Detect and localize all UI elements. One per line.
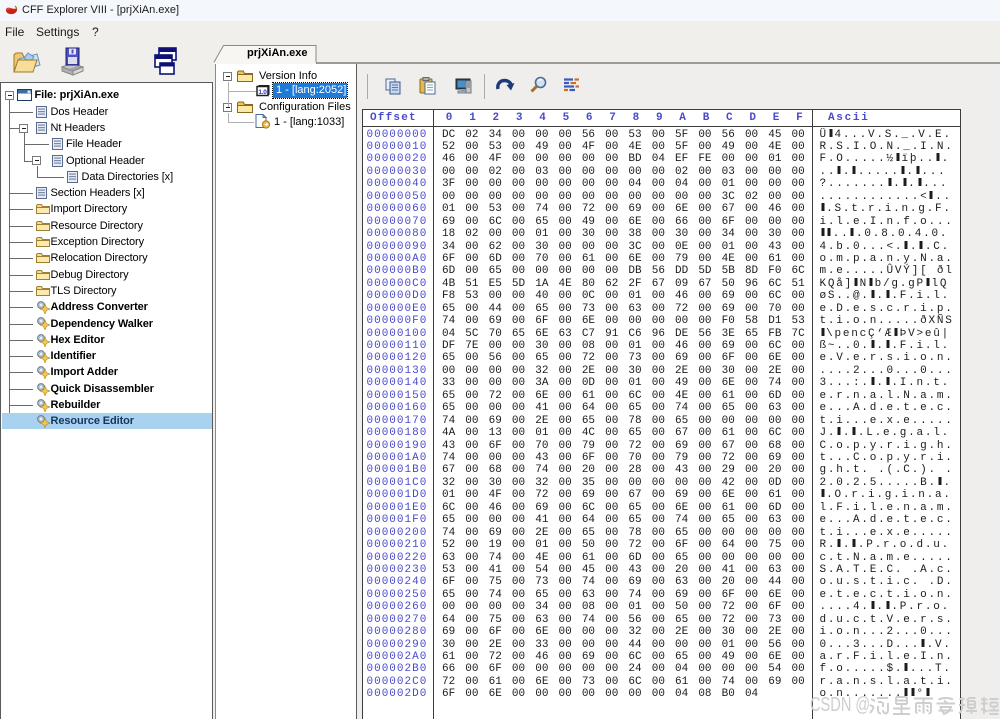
svg-text:1.0: 1.0	[258, 89, 267, 96]
